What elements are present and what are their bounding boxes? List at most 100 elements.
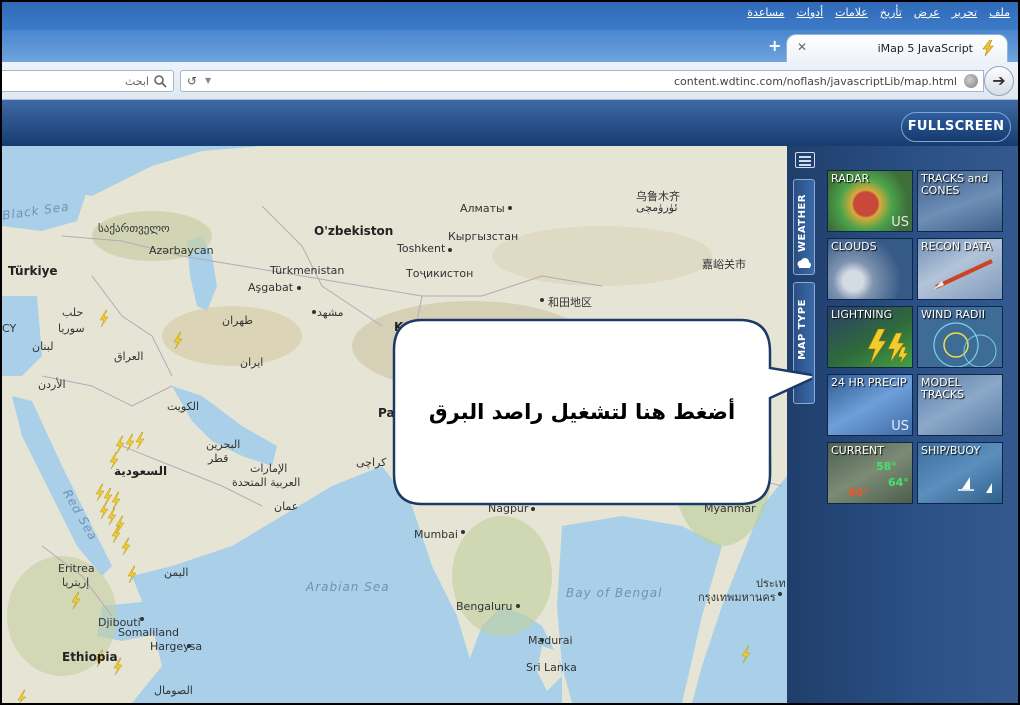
map-label: CY (2, 322, 17, 335)
search-field[interactable]: ابحث (2, 70, 174, 92)
map-label: إريتريا (62, 576, 90, 589)
weather-cloud-icon (797, 258, 811, 268)
tarim-relief (492, 226, 712, 286)
map-label: Aşgabat (248, 281, 294, 294)
map-label: البحرين (206, 438, 241, 451)
menu-bar: ملف تحرير عرض تأريخ علامات أدوات مساعدة (2, 2, 1018, 30)
map-label: Türkmenistan (270, 264, 345, 277)
fullscreen-button[interactable]: FULLSCREEN (901, 112, 1011, 142)
app-header: FULLSCREEN (2, 100, 1018, 146)
address-bar[interactable]: ↺ ▼ content.wdtinc.com/noflash/javascrip… (180, 70, 984, 92)
new-tab-button[interactable]: + (768, 36, 781, 55)
tile-label: CLOUDS (831, 240, 877, 253)
india-green (452, 516, 552, 636)
map-label: الكويت (167, 400, 200, 413)
map-label: Bengaluru (456, 600, 513, 613)
map-label: ايران (240, 356, 264, 369)
wind-radii-rings-icon (933, 322, 997, 367)
radar-layer-tile[interactable]: RADAR US (827, 170, 913, 232)
menu-help[interactable]: مساعدة (747, 6, 784, 19)
tab-strip: + ✕ iMap 5 JavaScript (2, 30, 1018, 62)
hamburger-menu-icon[interactable] (795, 152, 815, 168)
precip-24hr-layer-tile[interactable]: 24 HR PRECIP US (827, 374, 913, 436)
menu-tools[interactable]: أدوات (796, 6, 823, 19)
menu-history[interactable]: تأريخ (880, 6, 902, 19)
map-label: Алматы (460, 202, 505, 215)
recon-data-layer-tile[interactable]: RECON DATA (917, 238, 1003, 300)
map-label: ประเท (756, 577, 786, 590)
current-temp-2: 64° (888, 476, 909, 489)
lightning-layer-tile[interactable]: LIGHTNING (827, 306, 913, 368)
menu-edit[interactable]: تحرير (952, 6, 977, 19)
tile-label: CURRENT (831, 444, 884, 457)
map-label: الأردن (38, 378, 66, 391)
map-label: Arabian Sea (306, 580, 390, 594)
layer-side-panel: WEATHER MAP TYPE RADAR US TRACKS and CON… (787, 146, 1018, 703)
wind-radii-layer-tile[interactable]: WIND RADII (917, 306, 1003, 368)
history-dropdown-icon[interactable]: ▼ (205, 76, 211, 85)
menu-bookmarks[interactable]: علامات (835, 6, 868, 19)
close-tab-icon[interactable]: ✕ (797, 40, 807, 54)
weather-tab[interactable]: WEATHER (793, 179, 815, 275)
map-label: Azərbaycan (149, 244, 214, 257)
lightning-favicon-icon (982, 40, 994, 56)
tile-label: RADAR (831, 172, 870, 185)
map-label: Madurai (528, 634, 573, 647)
tile-badge: US (891, 215, 909, 230)
map-label: الإمارات (250, 462, 288, 475)
map-label: Hargeysa (150, 640, 203, 653)
map-label: ئۈرۈمچى (636, 201, 678, 214)
recon-plane-icon (934, 259, 993, 289)
tab-title: iMap 5 JavaScript (877, 42, 973, 55)
reload-icon[interactable]: ↺ (187, 74, 197, 88)
current-conditions-layer-tile[interactable]: CURRENT 58° 64° 80° (827, 442, 913, 504)
map-label: سوريا (58, 322, 85, 335)
callout-text: أضغط هنا لتشغيل راصد البرق (428, 400, 736, 424)
map-label: Sri Lanka (526, 661, 577, 674)
map-label: Bay of Bengal (566, 586, 663, 600)
ship-buoy-layer-tile[interactable]: SHIP/BUOY (917, 442, 1003, 504)
map-label: قطر (208, 452, 229, 465)
url-text[interactable]: content.wdtinc.com/noflash/javascriptLib… (674, 75, 957, 88)
go-button[interactable]: ➔ (984, 66, 1014, 96)
map-label: Somaliland (118, 626, 180, 639)
map-label: مشهد (317, 306, 344, 319)
search-placeholder: ابحث (124, 75, 149, 88)
map-label: عمان (274, 500, 299, 513)
map-label: حلب (62, 306, 84, 319)
map-label: Ethiopia (62, 650, 118, 664)
search-icon[interactable] (153, 74, 167, 88)
map-label: السعودية (114, 464, 168, 478)
tile-label: MODEL TRACKS (921, 376, 965, 401)
map-label: Eritrea (58, 562, 95, 575)
tile-label: 24 HR PRECIP (831, 376, 907, 389)
site-globe-icon (964, 74, 978, 88)
menu-list: ملف تحرير عرض تأريخ علامات أدوات مساعدة (747, 6, 1010, 19)
buoy-sailboat-icon (958, 477, 992, 493)
map-label: Кыргызстан (448, 230, 519, 243)
map-label: اليمن (164, 566, 189, 579)
map-label: لبنان (32, 340, 54, 353)
navigation-bar: ابحث ↺ ▼ content.wdtinc.com/noflash/java… (2, 62, 1018, 100)
map-label: 和田地区 (548, 296, 592, 309)
map-label: 嘉峪关市 (702, 258, 746, 271)
model-tracks-layer-tile[interactable]: MODEL TRACKS (917, 374, 1003, 436)
tile-label: TRACKS and CONES (921, 172, 989, 197)
clouds-layer-tile[interactable]: CLOUDS (827, 238, 913, 300)
current-temp-1: 58° (876, 460, 897, 473)
map-label: كراچی (356, 456, 387, 469)
menu-view[interactable]: عرض (914, 6, 940, 19)
map-label: Toshkent (397, 242, 446, 255)
map-label: O'zbekiston (314, 224, 394, 238)
map-label: العربية المتحدة (232, 476, 301, 489)
map-label: Тоҷикистон (406, 267, 474, 280)
map-label: საქართველო (98, 222, 170, 235)
browser-tab-active[interactable]: ✕ iMap 5 JavaScript (786, 34, 1008, 62)
map-label: Türkiye (8, 264, 58, 278)
map-label: العراق (114, 350, 144, 363)
tracks-cones-layer-tile[interactable]: TRACKS and CONES (917, 170, 1003, 232)
lightning-bolts-icon (867, 328, 909, 366)
tile-badge: US (891, 419, 909, 434)
menu-file[interactable]: ملف (989, 6, 1010, 19)
lightning-hint-callout: أضغط هنا لتشغيل راصد البرق (392, 318, 812, 506)
